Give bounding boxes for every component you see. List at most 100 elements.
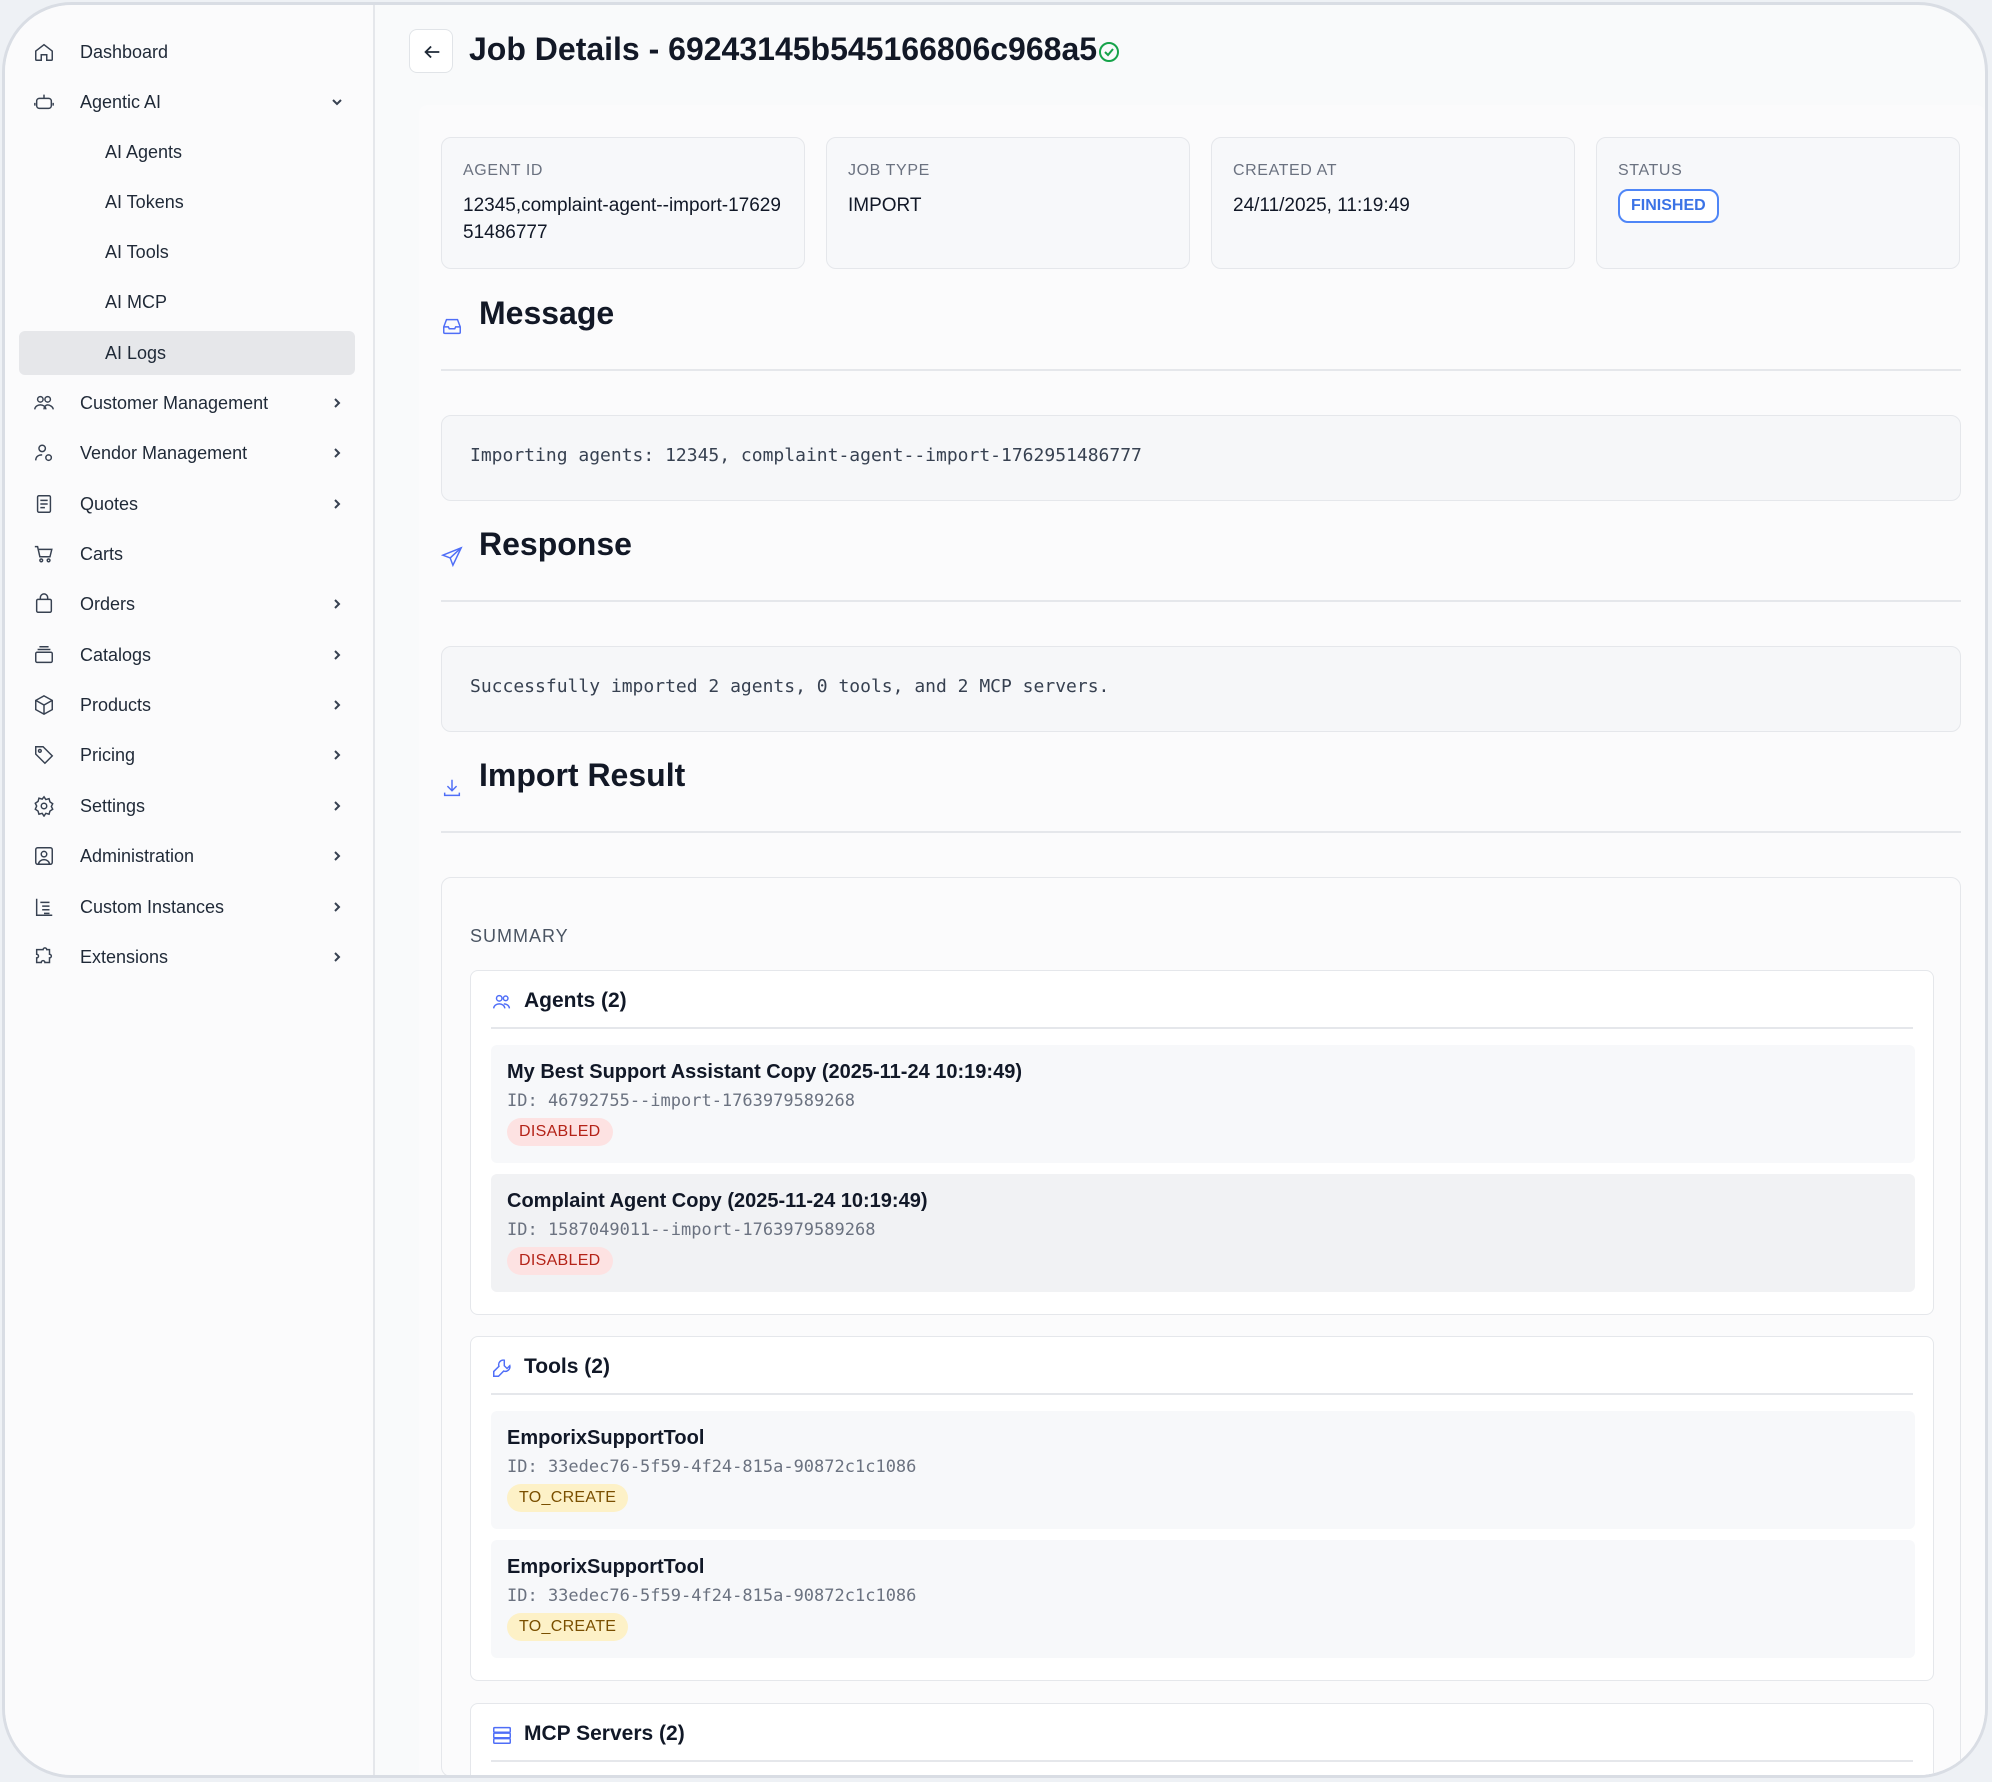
sidebar-item-dashboard[interactable]: Dashboard	[19, 30, 355, 74]
mcp-group-header: MCP Servers (2)	[491, 1704, 1913, 1762]
sidebar-item-label: AI Agents	[105, 141, 183, 162]
agent-id: ID: 1587049011--import-1763979589268	[507, 1220, 876, 1240]
sidebar-item-label: Products	[80, 694, 152, 715]
sidebar-item-products[interactable]: Products	[19, 683, 355, 727]
sidebar-item-settings[interactable]: Settings	[19, 784, 355, 828]
chevron-down-icon	[329, 94, 345, 110]
download-icon	[441, 777, 463, 799]
sidebar-item-label: Custom Instances	[80, 896, 225, 917]
sidebar-item-ai-mcp[interactable]: AI MCP	[19, 280, 355, 324]
status-badge: TO_CREATE	[507, 1484, 629, 1512]
home-icon	[33, 41, 55, 63]
agent-name: Complaint Agent Copy (2025-11-24 10:19:4…	[507, 1190, 928, 1212]
users-icon	[491, 991, 513, 1013]
sidebar-item-custom-instances[interactable]: Custom Instances	[19, 885, 355, 929]
back-button[interactable]	[409, 29, 453, 73]
sidebar-item-agentic-ai[interactable]: Agentic AI	[19, 80, 355, 124]
status-label: STATUS	[1618, 162, 1683, 179]
sidebar-item-label: Administration	[80, 845, 195, 866]
mcp-group-title: MCP Servers (2)	[524, 1722, 685, 1745]
tool-name: EmporixSupportTool	[507, 1556, 705, 1578]
list-item: EmporixSupportTool ID: 33edec76-5f59-4f2…	[491, 1540, 1915, 1658]
sidebar-item-label: Orders	[80, 593, 136, 614]
created-at-card: CREATED AT 24/11/2025, 11:19:49	[1211, 137, 1575, 269]
response-title: Response	[479, 526, 632, 562]
job-details-content: AGENT ID 12345,complaint-agent--import-1…	[419, 105, 1985, 1775]
import-result-card: SUMMARY Agents (2) My Best Support Assis…	[441, 877, 1961, 1775]
chevron-right-icon	[329, 596, 345, 612]
arrow-left-icon	[424, 45, 440, 59]
sidebar-item-administration[interactable]: Administration	[19, 834, 355, 878]
sidebar-item-label: Carts	[80, 543, 124, 564]
tag-icon	[33, 744, 55, 766]
chevron-right-icon	[329, 395, 345, 411]
check-circle-icon	[1097, 40, 1121, 64]
sidebar-item-label: Quotes	[80, 493, 139, 514]
status-card: STATUS FINISHED	[1596, 137, 1960, 269]
box-icon	[33, 694, 55, 716]
chevron-right-icon	[329, 747, 345, 763]
agent-id-label: AGENT ID	[463, 162, 544, 179]
tools-group-title: Tools (2)	[524, 1355, 610, 1378]
sidebar-item-catalogs[interactable]: Catalogs	[19, 633, 355, 677]
chevron-right-icon	[329, 697, 345, 713]
agent-id-card: AGENT ID 12345,complaint-agent--import-1…	[441, 137, 805, 269]
agent-id-value: 12345,complaint-agent--import-1762951486…	[463, 195, 781, 243]
inbox-icon	[441, 315, 463, 337]
chevron-right-icon	[329, 496, 345, 512]
sidebar-item-ai-tools[interactable]: AI Tools	[19, 230, 355, 274]
sidebar-item-vendor-management[interactable]: Vendor Management	[19, 431, 355, 475]
cart-icon	[33, 543, 55, 565]
sidebar-item-label: Settings	[80, 795, 146, 816]
sidebar-item-label: AI Tokens	[105, 191, 184, 212]
admin-icon	[33, 845, 55, 867]
sidebar-item-label: Catalogs	[80, 644, 152, 665]
message-title: Message	[479, 295, 615, 331]
sidebar-item-label: Agentic AI	[80, 91, 162, 112]
list-item: My Best Support Assistant Copy (2025-11-…	[491, 1045, 1915, 1163]
agent-id: ID: 46792755--import-1763979589268	[507, 1091, 855, 1111]
chevron-right-icon	[329, 949, 345, 965]
send-icon	[441, 546, 463, 568]
job-type-value: IMPORT	[848, 195, 922, 216]
status-badge: DISABLED	[507, 1247, 613, 1275]
sidebar-item-carts[interactable]: Carts	[19, 532, 355, 576]
list-item: EmporixSupportTool ID: 33edec76-5f59-4f2…	[491, 1411, 1915, 1529]
tools-group: Tools (2) EmporixSupportTool ID: 33edec7…	[470, 1336, 1934, 1681]
users-icon	[33, 392, 55, 414]
document-icon	[33, 493, 55, 515]
chevron-right-icon	[329, 445, 345, 461]
sidebar-item-label: Vendor Management	[80, 442, 248, 463]
sidebar-item-ai-logs[interactable]: AI Logs	[19, 331, 355, 375]
chevron-right-icon	[329, 798, 345, 814]
sidebar-item-label: AI Tools	[105, 241, 169, 262]
tool-id: ID: 33edec76-5f59-4f24-815a-90872c1c1086	[507, 1457, 917, 1477]
agent-name: My Best Support Assistant Copy (2025-11-…	[507, 1061, 1022, 1083]
sidebar: Dashboard Agentic AI AI Agents AI Tokens…	[5, 5, 375, 1775]
sidebar-item-orders[interactable]: Orders	[19, 582, 355, 626]
puzzle-icon	[33, 946, 55, 968]
tool-name: EmporixSupportTool	[507, 1427, 705, 1449]
main-area: Job Details - 69243145b545166806c968a5 A…	[377, 5, 1985, 1775]
sidebar-item-ai-tokens[interactable]: AI Tokens	[19, 180, 355, 224]
robot-icon	[33, 91, 55, 113]
message-text: Importing agents: 12345, complaint-agent…	[441, 415, 1961, 501]
mcp-servers-group: MCP Servers (2)	[470, 1703, 1934, 1775]
catalog-icon	[33, 644, 55, 666]
sidebar-item-extensions[interactable]: Extensions	[19, 935, 355, 979]
sidebar-item-customer-management[interactable]: Customer Management	[19, 381, 355, 425]
sidebar-item-ai-agents[interactable]: AI Agents	[19, 130, 355, 174]
sidebar-item-label: AI MCP	[105, 291, 168, 312]
sidebar-item-label: Customer Management	[80, 392, 269, 413]
agents-group-header: Agents (2)	[491, 971, 1913, 1029]
page-title: Job Details - 69243145b545166806c968a5	[469, 31, 1098, 67]
page-header: Job Details - 69243145b545166806c968a5	[377, 5, 1985, 101]
sidebar-item-pricing[interactable]: Pricing	[19, 733, 355, 777]
status-badge: FINISHED	[1618, 189, 1719, 223]
import-result-section-header: Import Result	[441, 743, 1961, 833]
sidebar-item-quotes[interactable]: Quotes	[19, 482, 355, 526]
status-badge: DISABLED	[507, 1118, 613, 1146]
vendor-icon	[33, 442, 55, 464]
list-item: Complaint Agent Copy (2025-11-24 10:19:4…	[491, 1174, 1915, 1292]
summary-label: SUMMARY	[470, 926, 569, 946]
